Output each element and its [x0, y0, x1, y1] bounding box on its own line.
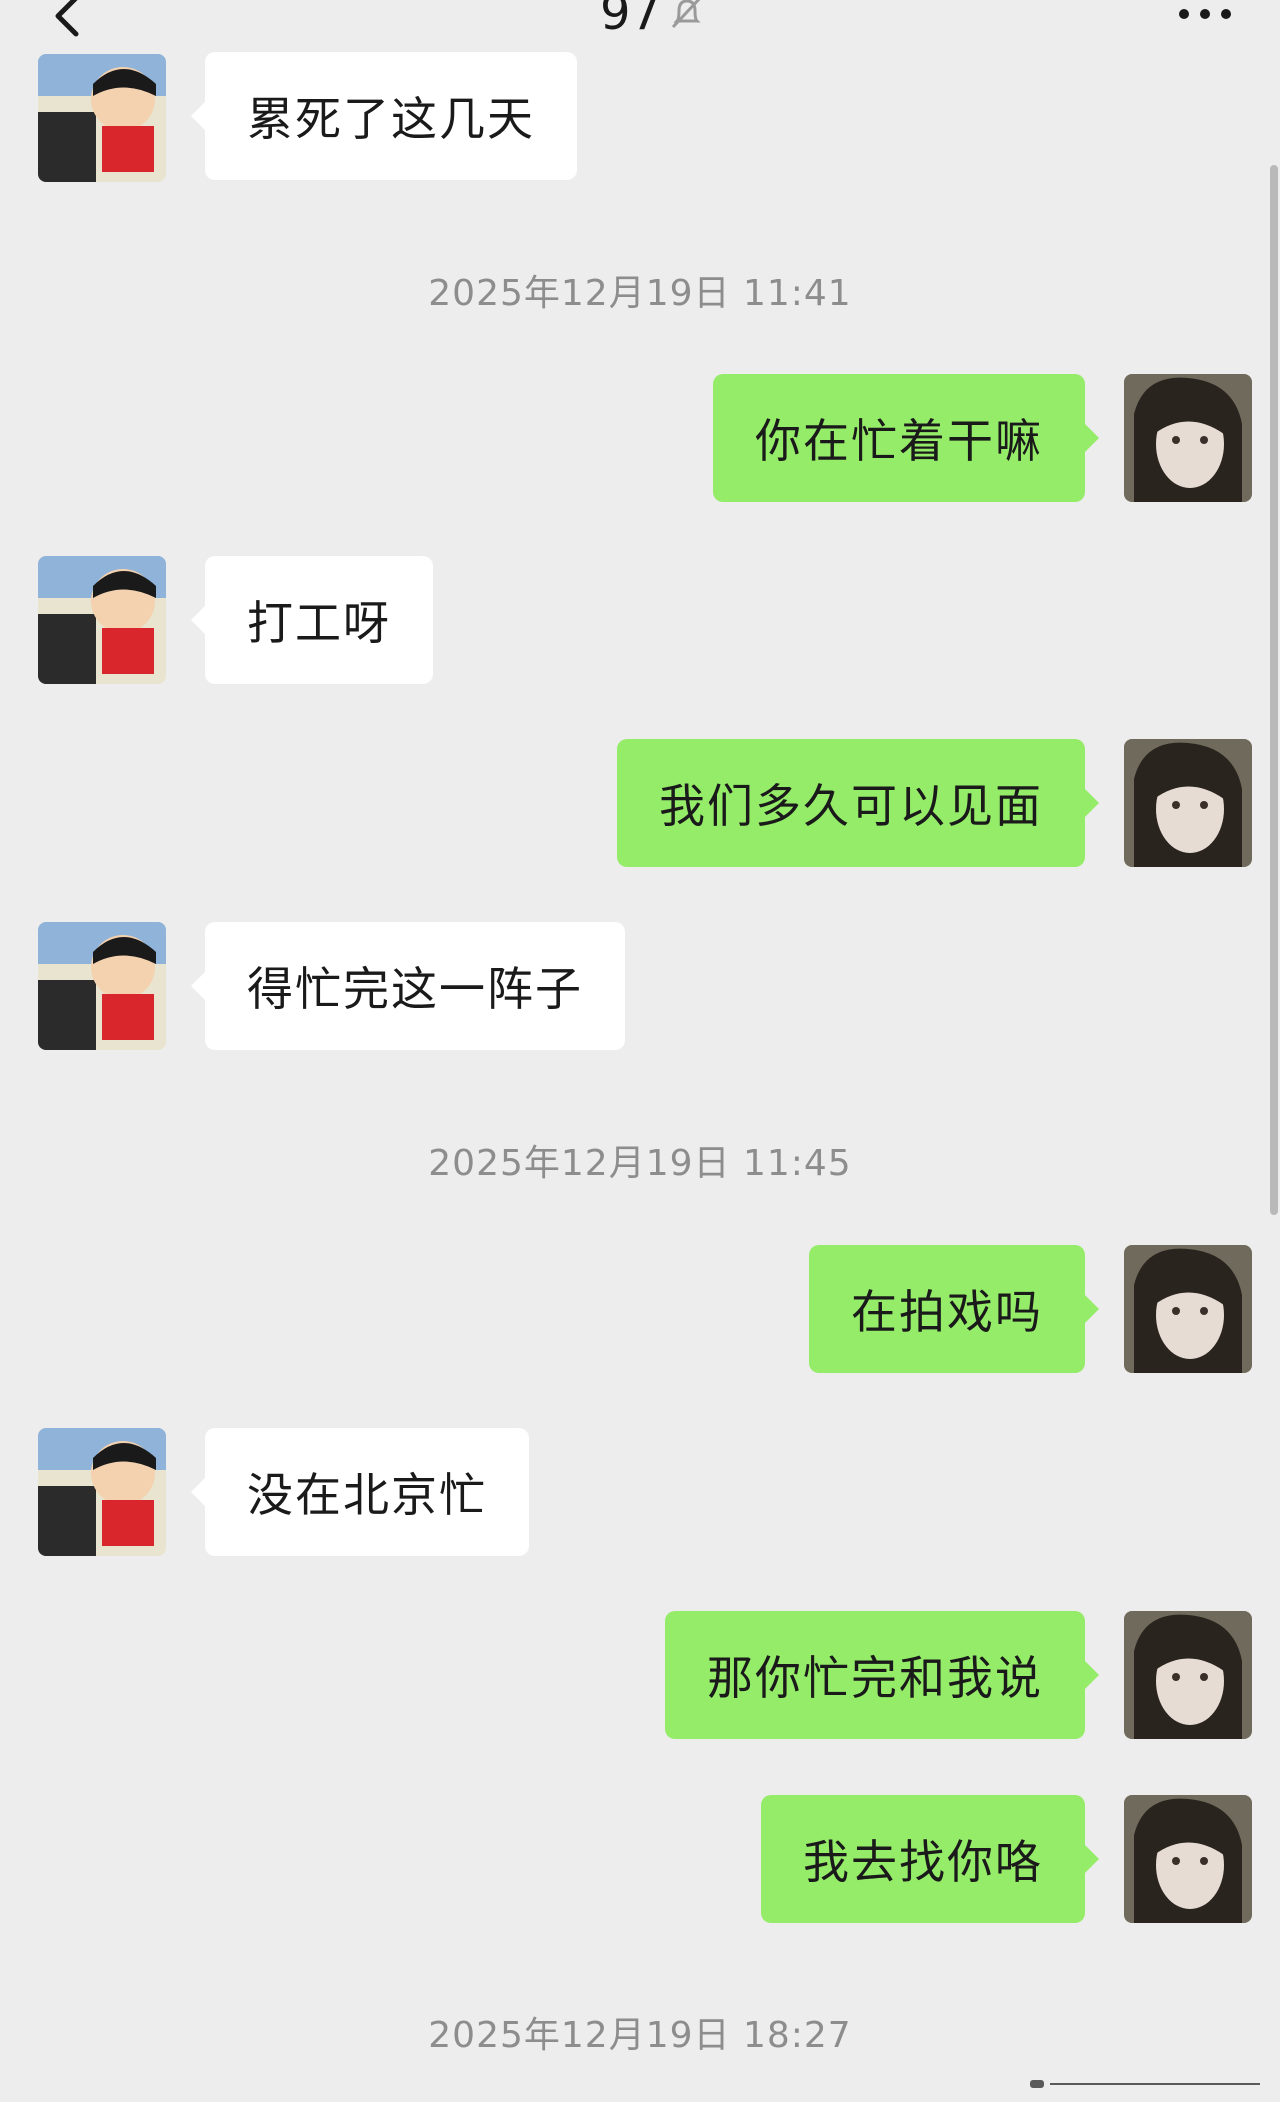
message-text: 没在北京忙: [247, 1468, 487, 1522]
message-bubble-sent[interactable]: 我去找你咯: [761, 1795, 1099, 1923]
my-avatar[interactable]: [1124, 1611, 1252, 1739]
my-avatar[interactable]: [1124, 1795, 1252, 1923]
chat-title-area: 97: [600, 0, 707, 48]
message-text: 我们多久可以见面: [659, 779, 1043, 833]
message-bubble-received[interactable]: 打工呀: [191, 556, 433, 684]
my-avatar[interactable]: [1124, 374, 1252, 502]
my-avatar[interactable]: [1124, 1245, 1252, 1373]
chevron-left-icon: [55, 0, 79, 37]
message-text: 打工呀: [247, 596, 391, 650]
contact-avatar[interactable]: [38, 54, 166, 182]
back-button[interactable]: [40, 0, 100, 50]
bell-off-icon: [671, 0, 701, 29]
more-options-button[interactable]: [1170, 0, 1240, 30]
message-bubble-received[interactable]: 得忙完这一阵子: [191, 922, 625, 1050]
chat-title: 97: [600, 0, 662, 41]
contact-avatar[interactable]: [38, 922, 166, 1050]
message-text: 你在忙着干嘛: [755, 414, 1043, 468]
message-bubble-received[interactable]: 没在北京忙: [191, 1428, 529, 1556]
more-dots-icon: [1179, 9, 1231, 19]
message-bubble-sent[interactable]: 在拍戏吗: [809, 1245, 1099, 1373]
scrollbar[interactable]: [1270, 165, 1278, 1215]
message-text: 累死了这几天: [247, 92, 535, 146]
timestamp: 2025年12月19日 11:41: [428, 273, 852, 314]
message-bubble-sent[interactable]: 你在忙着干嘛: [713, 374, 1099, 502]
chat-header: 97: [0, 0, 1280, 80]
contact-avatar[interactable]: [38, 556, 166, 684]
message-bubble-sent[interactable]: 那你忙完和我说: [665, 1611, 1099, 1739]
message-bubble-sent[interactable]: 我们多久可以见面: [617, 739, 1099, 867]
message-text: 得忙完这一阵子: [247, 962, 583, 1016]
message-text: 在拍戏吗: [851, 1285, 1043, 1339]
message-text: 我去找你咯: [803, 1835, 1043, 1889]
contact-avatar[interactable]: [38, 1428, 166, 1556]
chat-screen: 97 累死了这几天 2025年12月19日 11:41 你在忙着干嘛 打工呀 我…: [0, 0, 1280, 2102]
home-indicator: [1030, 2075, 1260, 2088]
timestamp: 2025年12月19日 18:27: [428, 2015, 852, 2056]
my-avatar[interactable]: [1124, 739, 1252, 867]
message-text: 那你忙完和我说: [707, 1651, 1043, 1705]
timestamp: 2025年12月19日 11:45: [428, 1143, 852, 1184]
message-bubble-received[interactable]: 累死了这几天: [191, 52, 577, 180]
